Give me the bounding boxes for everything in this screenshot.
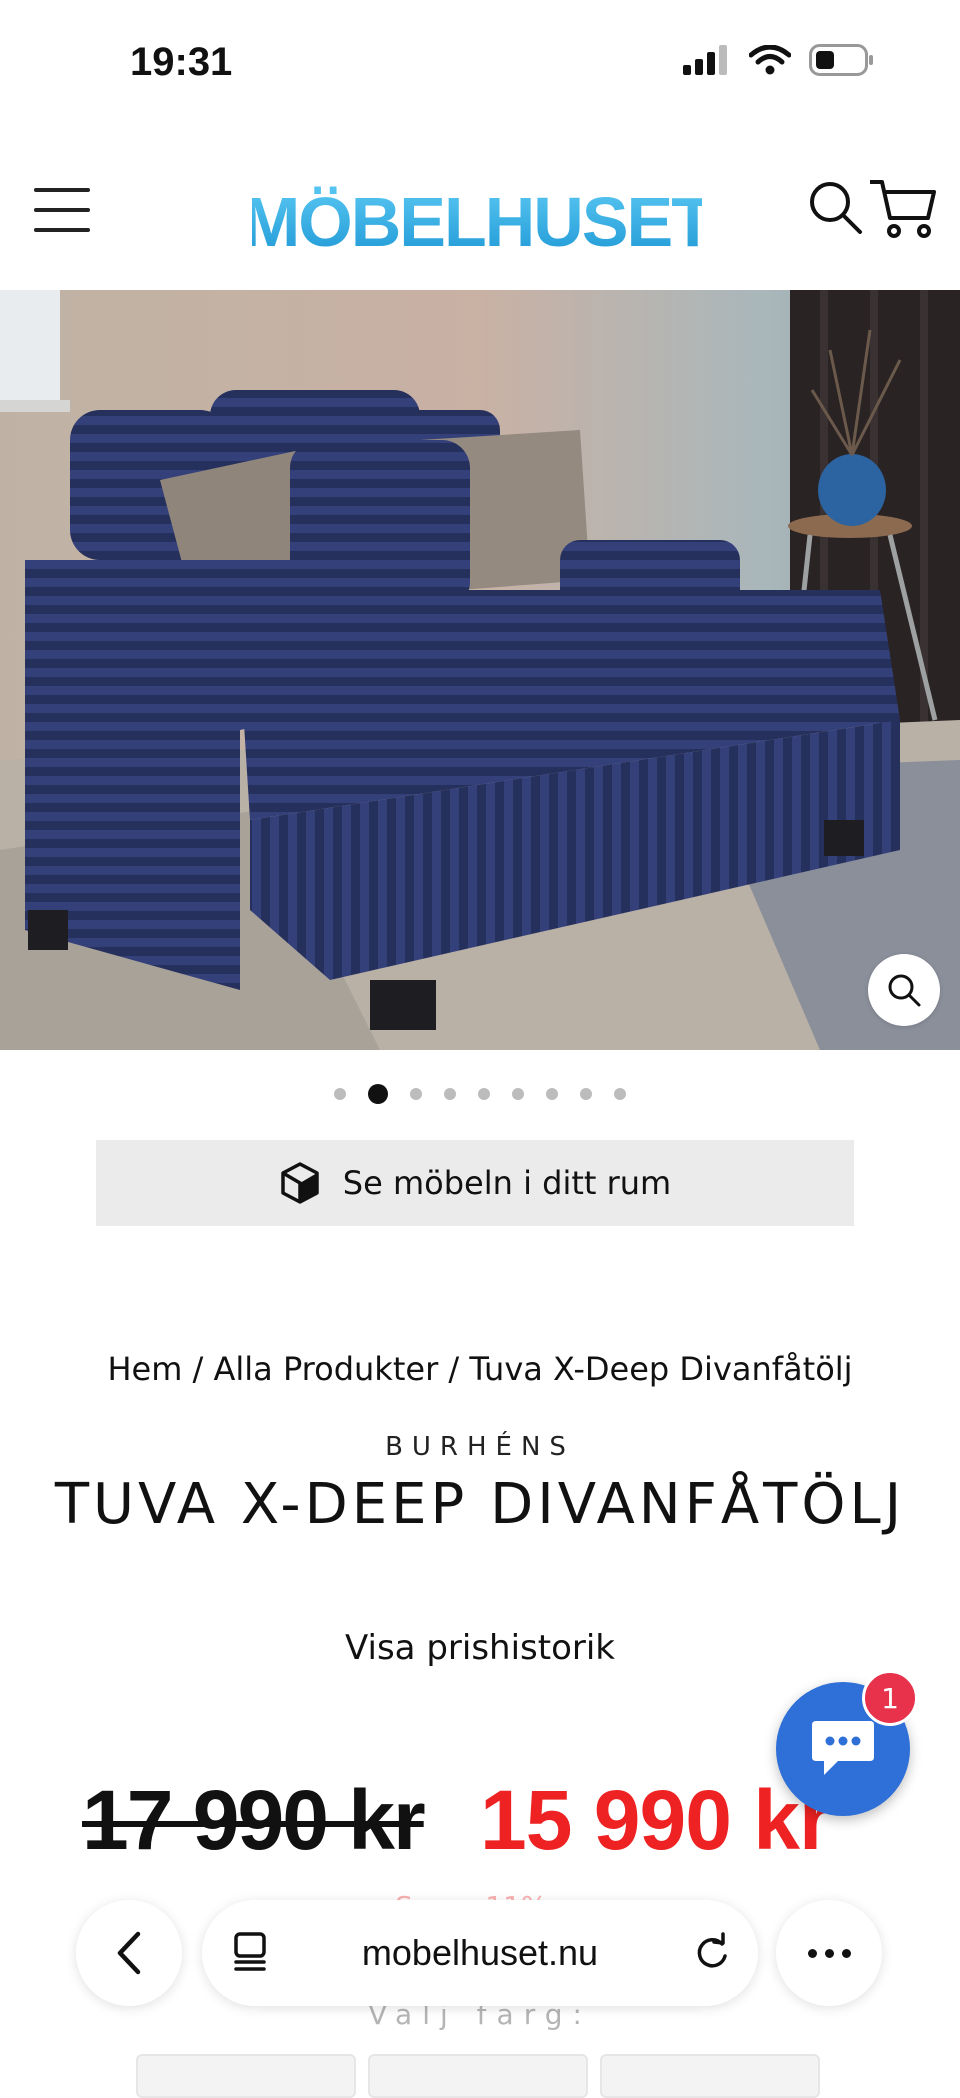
status-time: 19:31 (130, 40, 233, 84)
battery-icon (809, 44, 873, 76)
view-in-room-label: Se möbeln i ditt rum (342, 1164, 672, 1202)
signal-icon (683, 45, 727, 75)
status-bar: 19:31 (0, 0, 960, 130)
carousel-dot[interactable] (580, 1088, 592, 1100)
original-price: 17 990 kr (82, 1773, 426, 1867)
carousel-dot[interactable] (546, 1088, 558, 1100)
search-button[interactable] (808, 180, 864, 236)
brand-logo[interactable]: MÖBELHUSET (252, 178, 702, 258)
wifi-icon (749, 45, 791, 75)
sale-price: 15 990 kr (480, 1773, 832, 1867)
hamburger-line (34, 208, 90, 212)
color-swatch[interactable] (368, 2054, 588, 2098)
zoom-icon (888, 974, 921, 1007)
sofa-photo (0, 290, 960, 1050)
price-history-link[interactable]: Visa prishistorik (0, 1628, 960, 1668)
carousel-dot[interactable] (444, 1088, 456, 1100)
carousel-dot[interactable] (614, 1088, 626, 1100)
carousel-dot[interactable] (478, 1088, 490, 1100)
more-dot (841, 1948, 851, 1958)
carousel-dot[interactable] (410, 1088, 422, 1100)
chat-icon (812, 1721, 874, 1775)
product-title: TUVA X-DEEP DIVANFÅTÖLJ (54, 1472, 906, 1537)
product-vendor[interactable]: BURHÉNS (0, 1432, 960, 1462)
zoom-button[interactable] (868, 954, 940, 1026)
product-image[interactable] (0, 290, 960, 1050)
cart-button[interactable] (868, 178, 938, 240)
back-icon (117, 1931, 141, 1975)
url-text: mobelhuset.nu (361, 1932, 599, 1973)
chat-button[interactable]: 1 (776, 1670, 918, 1816)
brand-name: MÖBELHUSET (252, 183, 702, 258)
carousel-dots (0, 1084, 960, 1104)
more-icon (807, 1948, 817, 1958)
color-swatch[interactable] (136, 2054, 356, 2098)
reload-icon[interactable] (692, 1930, 732, 1974)
back-button[interactable] (76, 1900, 182, 2006)
status-icons (683, 44, 875, 76)
hamburger-line (34, 228, 90, 232)
breadcrumb[interactable]: Hem / Alla Produkter / Tuva X-Deep Divan… (0, 1350, 960, 1388)
carousel-dot[interactable] (368, 1084, 388, 1104)
more-button[interactable] (776, 1900, 882, 2006)
view-in-room-button[interactable]: Se möbeln i ditt rum (96, 1140, 854, 1226)
color-swatch[interactable] (600, 2054, 820, 2098)
chat-unread-badge: 1 (862, 1670, 918, 1726)
cube-icon (281, 1162, 319, 1204)
search-icon (810, 182, 862, 234)
cart-icon (870, 180, 936, 238)
more-dot (824, 1948, 834, 1958)
hamburger-icon (34, 188, 90, 192)
browser-toolbar: mobelhuset.nu (0, 1880, 960, 2030)
carousel-dot[interactable] (512, 1088, 524, 1100)
carousel-dot[interactable] (334, 1088, 346, 1100)
address-bar[interactable]: mobelhuset.nu (202, 1900, 758, 2006)
menu-button[interactable] (34, 188, 90, 232)
site-header: MÖBELHUSET (0, 130, 960, 290)
